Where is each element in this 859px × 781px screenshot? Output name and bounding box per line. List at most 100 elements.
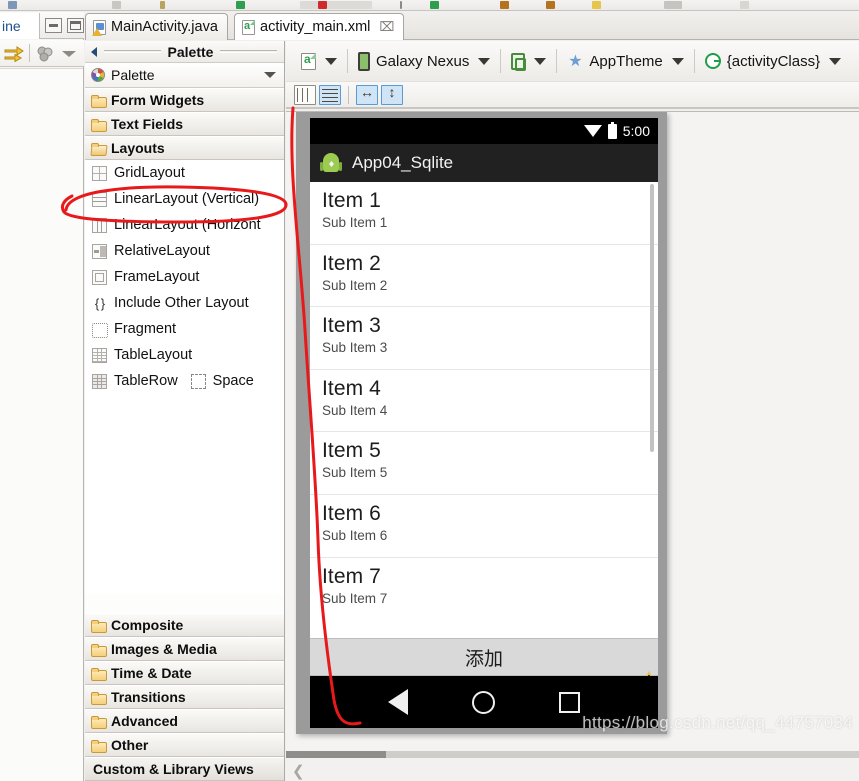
tab-main-activity-java[interactable]: MainActivity.java — [85, 13, 228, 40]
editor-horizontal-scrollbar[interactable]: ❮ — [286, 751, 859, 781]
sort-arrows-icon[interactable] — [4, 45, 24, 63]
preview-list[interactable]: Item 1 Sub Item 1 Item 2 Sub Item 2 Item… — [310, 182, 658, 619]
toolbar-divider — [29, 44, 30, 62]
add-button[interactable]: 添加 — [310, 638, 658, 676]
toolbar-icon[interactable] — [664, 1, 682, 9]
list-item-subtitle: Sub Item 3 — [322, 340, 388, 356]
group-label: Composite — [111, 617, 184, 633]
list-item-subtitle: Sub Item 4 — [322, 402, 388, 418]
view-menu-chevron-icon[interactable] — [62, 51, 76, 57]
palette-item-gridlayout[interactable]: GridLayout — [85, 160, 284, 186]
tablerow-icon[interactable] — [92, 373, 107, 389]
chevron-down-icon[interactable] — [534, 57, 547, 65]
home-nav-icon[interactable] — [472, 690, 495, 714]
palette-empty-space — [85, 394, 284, 594]
device-screen[interactable]: 5:00 App04_Sqlite Item 1 Sub Item 1 Item… — [310, 118, 658, 728]
toolbar-icon[interactable] — [740, 1, 749, 9]
maximize-icon[interactable] — [67, 18, 84, 33]
chevron-left-icon[interactable]: ❮ — [292, 762, 305, 780]
activity-selector[interactable]: {activityClass} — [698, 46, 848, 76]
theme-selector[interactable]: ★ AppTheme — [560, 46, 690, 76]
outline-tab[interactable]: ine — [0, 13, 40, 39]
chevron-down-icon[interactable] — [264, 72, 276, 78]
item-label: RelativeLayout — [114, 243, 210, 259]
palette-item-framelayout[interactable]: FrameLayout — [85, 264, 284, 290]
palette-group-text-fields[interactable]: Text Fields — [85, 112, 284, 136]
chevron-down-icon[interactable] — [671, 57, 684, 65]
item-label: Fragment — [114, 321, 177, 337]
group-items-icon[interactable] — [36, 46, 54, 62]
java-file-icon — [92, 19, 106, 36]
device-selector[interactable]: Galaxy Nexus — [351, 46, 497, 76]
design-canvas[interactable]: 5:00 App04_Sqlite Item 1 Sub Item 1 Item… — [286, 111, 859, 757]
palette-title: Palette — [167, 43, 214, 60]
toolbar-divider — [500, 49, 502, 73]
rows-layout-toggle[interactable] — [319, 84, 341, 105]
config-file-selector[interactable] — [294, 46, 344, 76]
header-rule — [220, 50, 278, 53]
toolbar-icon[interactable] — [592, 1, 601, 9]
list-item-title: Item 6 — [322, 501, 381, 525]
palette-group-form-widgets[interactable]: Form Widgets — [85, 88, 284, 112]
palette-group-images-media[interactable]: Images & Media — [85, 637, 284, 661]
toolbar-icon[interactable] — [300, 1, 372, 9]
scrollbar-thumb[interactable] — [286, 751, 386, 758]
palette-item-fragment[interactable]: Fragment — [85, 316, 284, 342]
palette-group-custom-library-views[interactable]: Custom & Library Views — [85, 757, 284, 781]
toolbar-icon[interactable] — [160, 1, 165, 9]
palette-group-other[interactable]: Other — [85, 733, 284, 757]
toolbar-icon[interactable] — [112, 1, 121, 9]
activity-label: {activityClass} — [726, 52, 821, 70]
toolbar-divider — [347, 49, 348, 73]
palette-group-transitions[interactable]: Transitions — [85, 685, 284, 709]
chevron-down-icon[interactable] — [829, 57, 842, 65]
palette-group-composite[interactable]: Composite — [85, 613, 284, 637]
palette-group-advanced[interactable]: Advanced — [85, 709, 284, 733]
group-label: Advanced — [111, 713, 178, 729]
toolbar-icon[interactable] — [400, 1, 402, 9]
close-icon[interactable]: ⌧ — [379, 19, 394, 35]
minimize-icon[interactable] — [45, 18, 62, 33]
orientation-selector[interactable] — [504, 46, 553, 76]
toolbar-icon[interactable] — [8, 1, 17, 9]
list-item[interactable]: Item 7 Sub Item 7 — [310, 558, 658, 619]
list-item[interactable]: Item 4 Sub Item 4 — [310, 370, 658, 433]
chevron-down-icon[interactable] — [325, 57, 337, 65]
palette-item-tablelayout[interactable]: TableLayout — [85, 342, 284, 368]
toolbar-icon[interactable] — [318, 1, 327, 9]
columns-layout-toggle[interactable] — [294, 84, 316, 105]
list-item[interactable]: Item 3 Sub Item 3 — [310, 307, 658, 370]
palette-item-relativelayout[interactable]: RelativeLayout — [85, 238, 284, 264]
include-layout-icon: { } — [94, 295, 105, 311]
chevron-down-icon[interactable] — [478, 57, 491, 65]
tab-activity-main-xml[interactable]: activity_main.xml ⌧ — [234, 13, 405, 40]
fit-height-toggle[interactable] — [381, 84, 403, 105]
toolbar-icon[interactable] — [236, 1, 245, 9]
space-icon[interactable] — [190, 373, 206, 389]
palette-item-include-other-layout[interactable]: { } Include Other Layout — [85, 290, 284, 316]
list-item[interactable]: Item 1 Sub Item 1 — [310, 182, 658, 245]
toolbar-divider — [556, 49, 558, 73]
list-item[interactable]: Item 5 Sub Item 5 — [310, 432, 658, 495]
recents-nav-icon[interactable] — [559, 691, 580, 713]
fragment-icon — [92, 322, 108, 338]
collapse-left-icon[interactable] — [91, 46, 97, 57]
fit-width-toggle[interactable] — [356, 84, 378, 105]
palette-item-linearlayout-vertical[interactable]: LinearLayout (Vertical) — [85, 186, 284, 212]
group-label: Text Fields — [111, 116, 184, 132]
item-label[interactable]: TableRow — [114, 373, 178, 389]
back-nav-icon[interactable] — [388, 689, 408, 715]
palette-group-layouts[interactable]: Layouts — [85, 136, 284, 160]
item-label-space[interactable]: Space — [213, 373, 254, 389]
list-item[interactable]: Item 6 Sub Item 6 — [310, 495, 658, 558]
global-toolbar — [0, 0, 859, 11]
palette-group-time-date[interactable]: Time & Date — [85, 661, 284, 685]
palette-item-linearlayout-horizontal[interactable]: LinearLayout (Horizont — [85, 212, 284, 238]
toolbar-icon[interactable] — [546, 1, 555, 9]
toolbar-icon[interactable] — [500, 1, 509, 9]
palette-selector[interactable]: Palette — [85, 63, 284, 88]
list-scrollbar[interactable] — [650, 184, 654, 452]
toolbar-icon[interactable] — [430, 1, 439, 9]
list-item[interactable]: Item 2 Sub Item 2 — [310, 245, 658, 308]
scrollbar-track[interactable] — [286, 751, 859, 758]
